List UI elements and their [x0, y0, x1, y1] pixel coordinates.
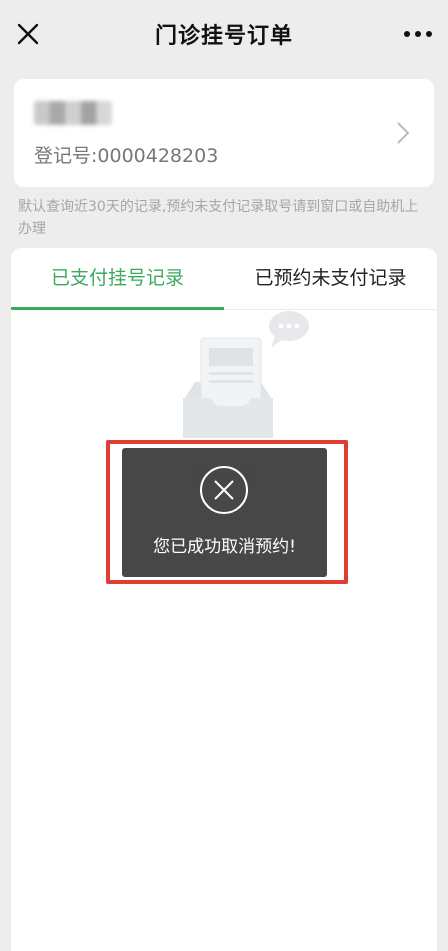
registration-number: 登记号:0000428203: [34, 145, 219, 167]
tab-unpaid-reservations[interactable]: 已预约未支付记录: [224, 248, 437, 310]
tab-paid-records[interactable]: 已支付挂号记录: [11, 248, 224, 310]
patient-name-blurred: [34, 101, 112, 125]
patient-card[interactable]: 登记号:0000428203: [14, 79, 434, 187]
page-title: 门诊挂号订单: [154, 24, 293, 49]
more-dots-icon[interactable]: [402, 22, 434, 46]
toast-text: 您已成功取消预约!: [153, 537, 296, 557]
query-notice: 默认查询近30天的记录,预约未支付记录取号请到窗口或自助机上办理: [18, 199, 419, 237]
empty-inbox-icon: [183, 311, 309, 438]
chevron-right-icon: [397, 122, 410, 144]
toast-message-box: 您已成功取消预约!: [122, 448, 327, 577]
circle-close-icon: [200, 466, 248, 514]
record-tabs: 已支付挂号记录 已预约未支付记录: [11, 248, 437, 310]
records-panel: 已支付挂号记录 已预约未支付记录 暂无记录: [11, 248, 437, 951]
header: 门诊挂号订单: [0, 0, 448, 68]
